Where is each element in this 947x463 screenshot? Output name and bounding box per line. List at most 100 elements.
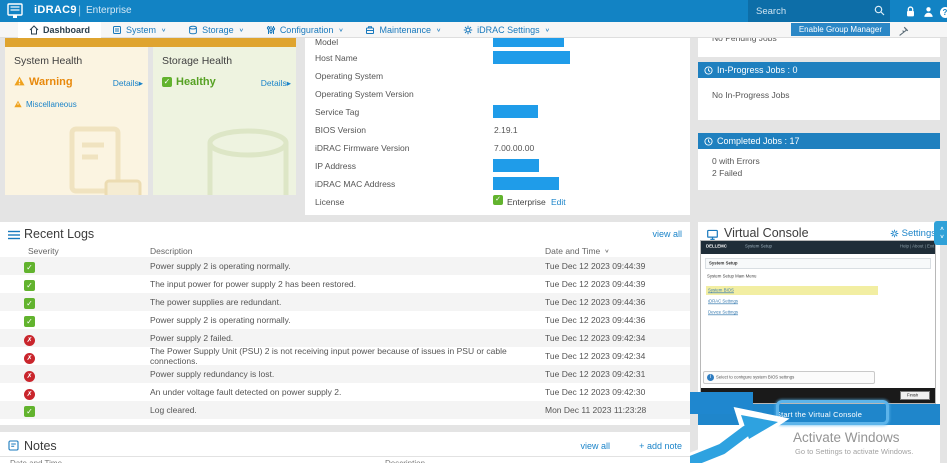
tab-system[interactable]: System ∨ xyxy=(101,22,177,38)
in-progress-jobs-header[interactable]: In-Progress Jobs : 0 xyxy=(698,62,940,78)
log-row[interactable]: ✓ The input power for power supply 2 has… xyxy=(0,275,690,293)
add-note-link[interactable]: + add note xyxy=(639,441,682,451)
info-label-ip-address: IP Address xyxy=(315,161,356,171)
completed-jobs-header[interactable]: Completed Jobs : 17 xyxy=(698,133,940,149)
disk-watermark-illustration xyxy=(202,127,294,195)
virtual-console-preview[interactable]: DELLEMC System Setup Help | About | Exit… xyxy=(700,240,936,404)
log-datetime: Tue Dec 12 2023 09:42:30 xyxy=(545,387,645,397)
clock-icon xyxy=(704,137,713,146)
notes-column-datetime: Date and Time xyxy=(10,459,62,463)
info-label-model: Model xyxy=(315,38,338,47)
license-edit-link[interactable]: Edit xyxy=(551,197,566,207)
preview-section-header: System Setup xyxy=(705,258,931,269)
idrac-logo-icon xyxy=(7,3,29,20)
log-datetime: Tue Dec 12 2023 09:44:36 xyxy=(545,297,645,307)
enable-group-manager-button[interactable]: Enable Group Manager xyxy=(791,23,890,36)
link-label: System BIOS xyxy=(708,288,734,292)
link-label: Device Settings xyxy=(708,310,738,314)
notes-column-description: Description xyxy=(385,459,425,463)
log-row[interactable]: ✗ The Power Supply Unit (PSU) 2 is not r… xyxy=(0,347,690,365)
system-health-status: Warning xyxy=(29,76,73,88)
notes-title: Notes xyxy=(24,439,57,453)
pin-icon[interactable] xyxy=(898,24,909,42)
tab-label: System xyxy=(126,25,156,35)
column-severity[interactable]: Severity xyxy=(0,246,150,256)
info-label-idrac-firmware: iDRAC Firmware Version xyxy=(315,143,409,153)
log-row[interactable]: ✗ An under voltage fault detected on pow… xyxy=(0,383,690,401)
recent-logs-card: Recent Logs view all Severity Descriptio… xyxy=(0,222,690,425)
preview-title-bar: DELLEMC System Setup Help | About | Exit xyxy=(701,241,935,254)
log-row[interactable]: ✓ Power supply 2 is operating normally. … xyxy=(0,257,690,275)
recent-logs-view-all-link[interactable]: view all xyxy=(652,229,682,239)
tab-label: Dashboard xyxy=(43,25,90,35)
gear-icon xyxy=(463,25,473,35)
log-row[interactable]: ✓ The power supplies are redundant. Tue … xyxy=(0,293,690,311)
chevron-up-icon: ∧ xyxy=(934,226,947,232)
tab-idrac-settings[interactable]: iDRAC Settings ∨ xyxy=(452,22,561,38)
scroll-to-top-widget[interactable]: ∧ ∨ xyxy=(934,221,947,245)
search-input[interactable] xyxy=(756,3,866,19)
tab-dashboard[interactable]: Dashboard xyxy=(18,22,101,38)
log-description: The power supplies are redundant. xyxy=(150,297,545,307)
preview-link-device-settings[interactable]: Device Settings xyxy=(706,308,750,317)
note-icon xyxy=(8,440,19,451)
health-warning-top-bar xyxy=(5,38,296,47)
preview-link-idrac-settings[interactable]: iDRAC Settings xyxy=(706,297,750,306)
ok-status-icon: ✓ xyxy=(24,406,35,417)
log-description: Log cleared. xyxy=(150,405,545,415)
in-progress-jobs-title: In-Progress Jobs : 0 xyxy=(717,65,798,75)
info-label-os-version: Operating System Version xyxy=(315,89,414,99)
preview-section-title: System Setup xyxy=(709,261,738,265)
details-label: Details xyxy=(113,78,139,88)
idrac-firmware-value: 7.00.00.00 xyxy=(494,143,534,153)
chevron-down-icon: ∨ xyxy=(161,27,166,33)
plus-icon: + xyxy=(639,441,644,451)
activate-windows-subtext: Go to Settings to activate Windows. xyxy=(795,447,913,456)
sort-chevron-icon[interactable]: ∨ xyxy=(604,248,609,254)
search-icon[interactable] xyxy=(874,5,885,16)
log-datetime: Tue Dec 12 2023 09:42:34 xyxy=(545,333,645,343)
virtual-console-settings-link[interactable]: Settings xyxy=(890,228,936,239)
info-label-service-tag: Service Tag xyxy=(315,107,359,117)
redacted-value xyxy=(493,159,539,172)
user-icon[interactable] xyxy=(921,5,935,19)
ok-status-icon: ✓ xyxy=(24,316,35,327)
brand-name: iDRAC9 xyxy=(34,4,77,16)
system-health-details-link[interactable]: Details▸ xyxy=(113,78,143,89)
redacted-value xyxy=(493,105,538,118)
tab-configuration[interactable]: Configuration ∨ xyxy=(255,22,355,38)
column-description[interactable]: Description xyxy=(150,246,545,256)
tab-storage[interactable]: Storage ∨ xyxy=(177,22,255,38)
info-label-license: License xyxy=(315,197,344,207)
notes-view-all-link[interactable]: view all xyxy=(580,441,610,451)
log-description: The Power Supply Unit (PSU) 2 is not rec… xyxy=(150,346,545,366)
completed-jobs-errors: 0 with Errors xyxy=(712,155,760,167)
redacted-value xyxy=(493,177,559,190)
list-icon xyxy=(8,230,20,240)
info-label-operating-system: Operating System xyxy=(315,71,383,81)
ok-status-icon: ✓ xyxy=(24,298,35,309)
virtual-console-title: Virtual Console xyxy=(724,226,809,240)
storage-health-details-link[interactable]: Details▸ xyxy=(261,78,291,89)
column-datetime[interactable]: Date and Time xyxy=(545,246,600,256)
add-note-label: add note xyxy=(647,441,682,451)
log-datetime: Tue Dec 12 2023 09:44:39 xyxy=(545,261,645,271)
system-health-miscellaneous-link[interactable]: Miscellaneous xyxy=(26,100,77,109)
lock-icon[interactable] xyxy=(903,5,917,19)
log-row[interactable]: ✗ Power supply redundancy is lost. Tue D… xyxy=(0,365,690,383)
system-health-title: System Health xyxy=(14,55,82,67)
log-row[interactable]: ✗ Power supply 2 failed. Tue Dec 12 2023… xyxy=(0,329,690,347)
log-row[interactable]: ✓ Power supply 2 is operating normally. … xyxy=(0,311,690,329)
chevron-down-icon: ∨ xyxy=(934,234,947,240)
log-row[interactable]: ✓ Log cleared. Mon Dec 11 2023 11:23:28 xyxy=(0,401,690,419)
preview-finish-button[interactable]: Finish xyxy=(900,391,930,400)
info-icon: i xyxy=(707,374,714,381)
preview-link-system-bios[interactable]: System BIOS xyxy=(706,286,878,295)
search-box xyxy=(748,0,890,22)
log-datetime: Tue Dec 12 2023 09:42:34 xyxy=(545,351,645,361)
help-icon[interactable]: ? xyxy=(938,5,947,19)
log-description: Power supply 2 is operating normally. xyxy=(150,315,545,325)
tab-maintenance[interactable]: Maintenance ∨ xyxy=(354,22,452,38)
bios-version-value: 2.19.1 xyxy=(494,125,518,135)
log-datetime: Tue Dec 12 2023 09:44:39 xyxy=(545,279,645,289)
